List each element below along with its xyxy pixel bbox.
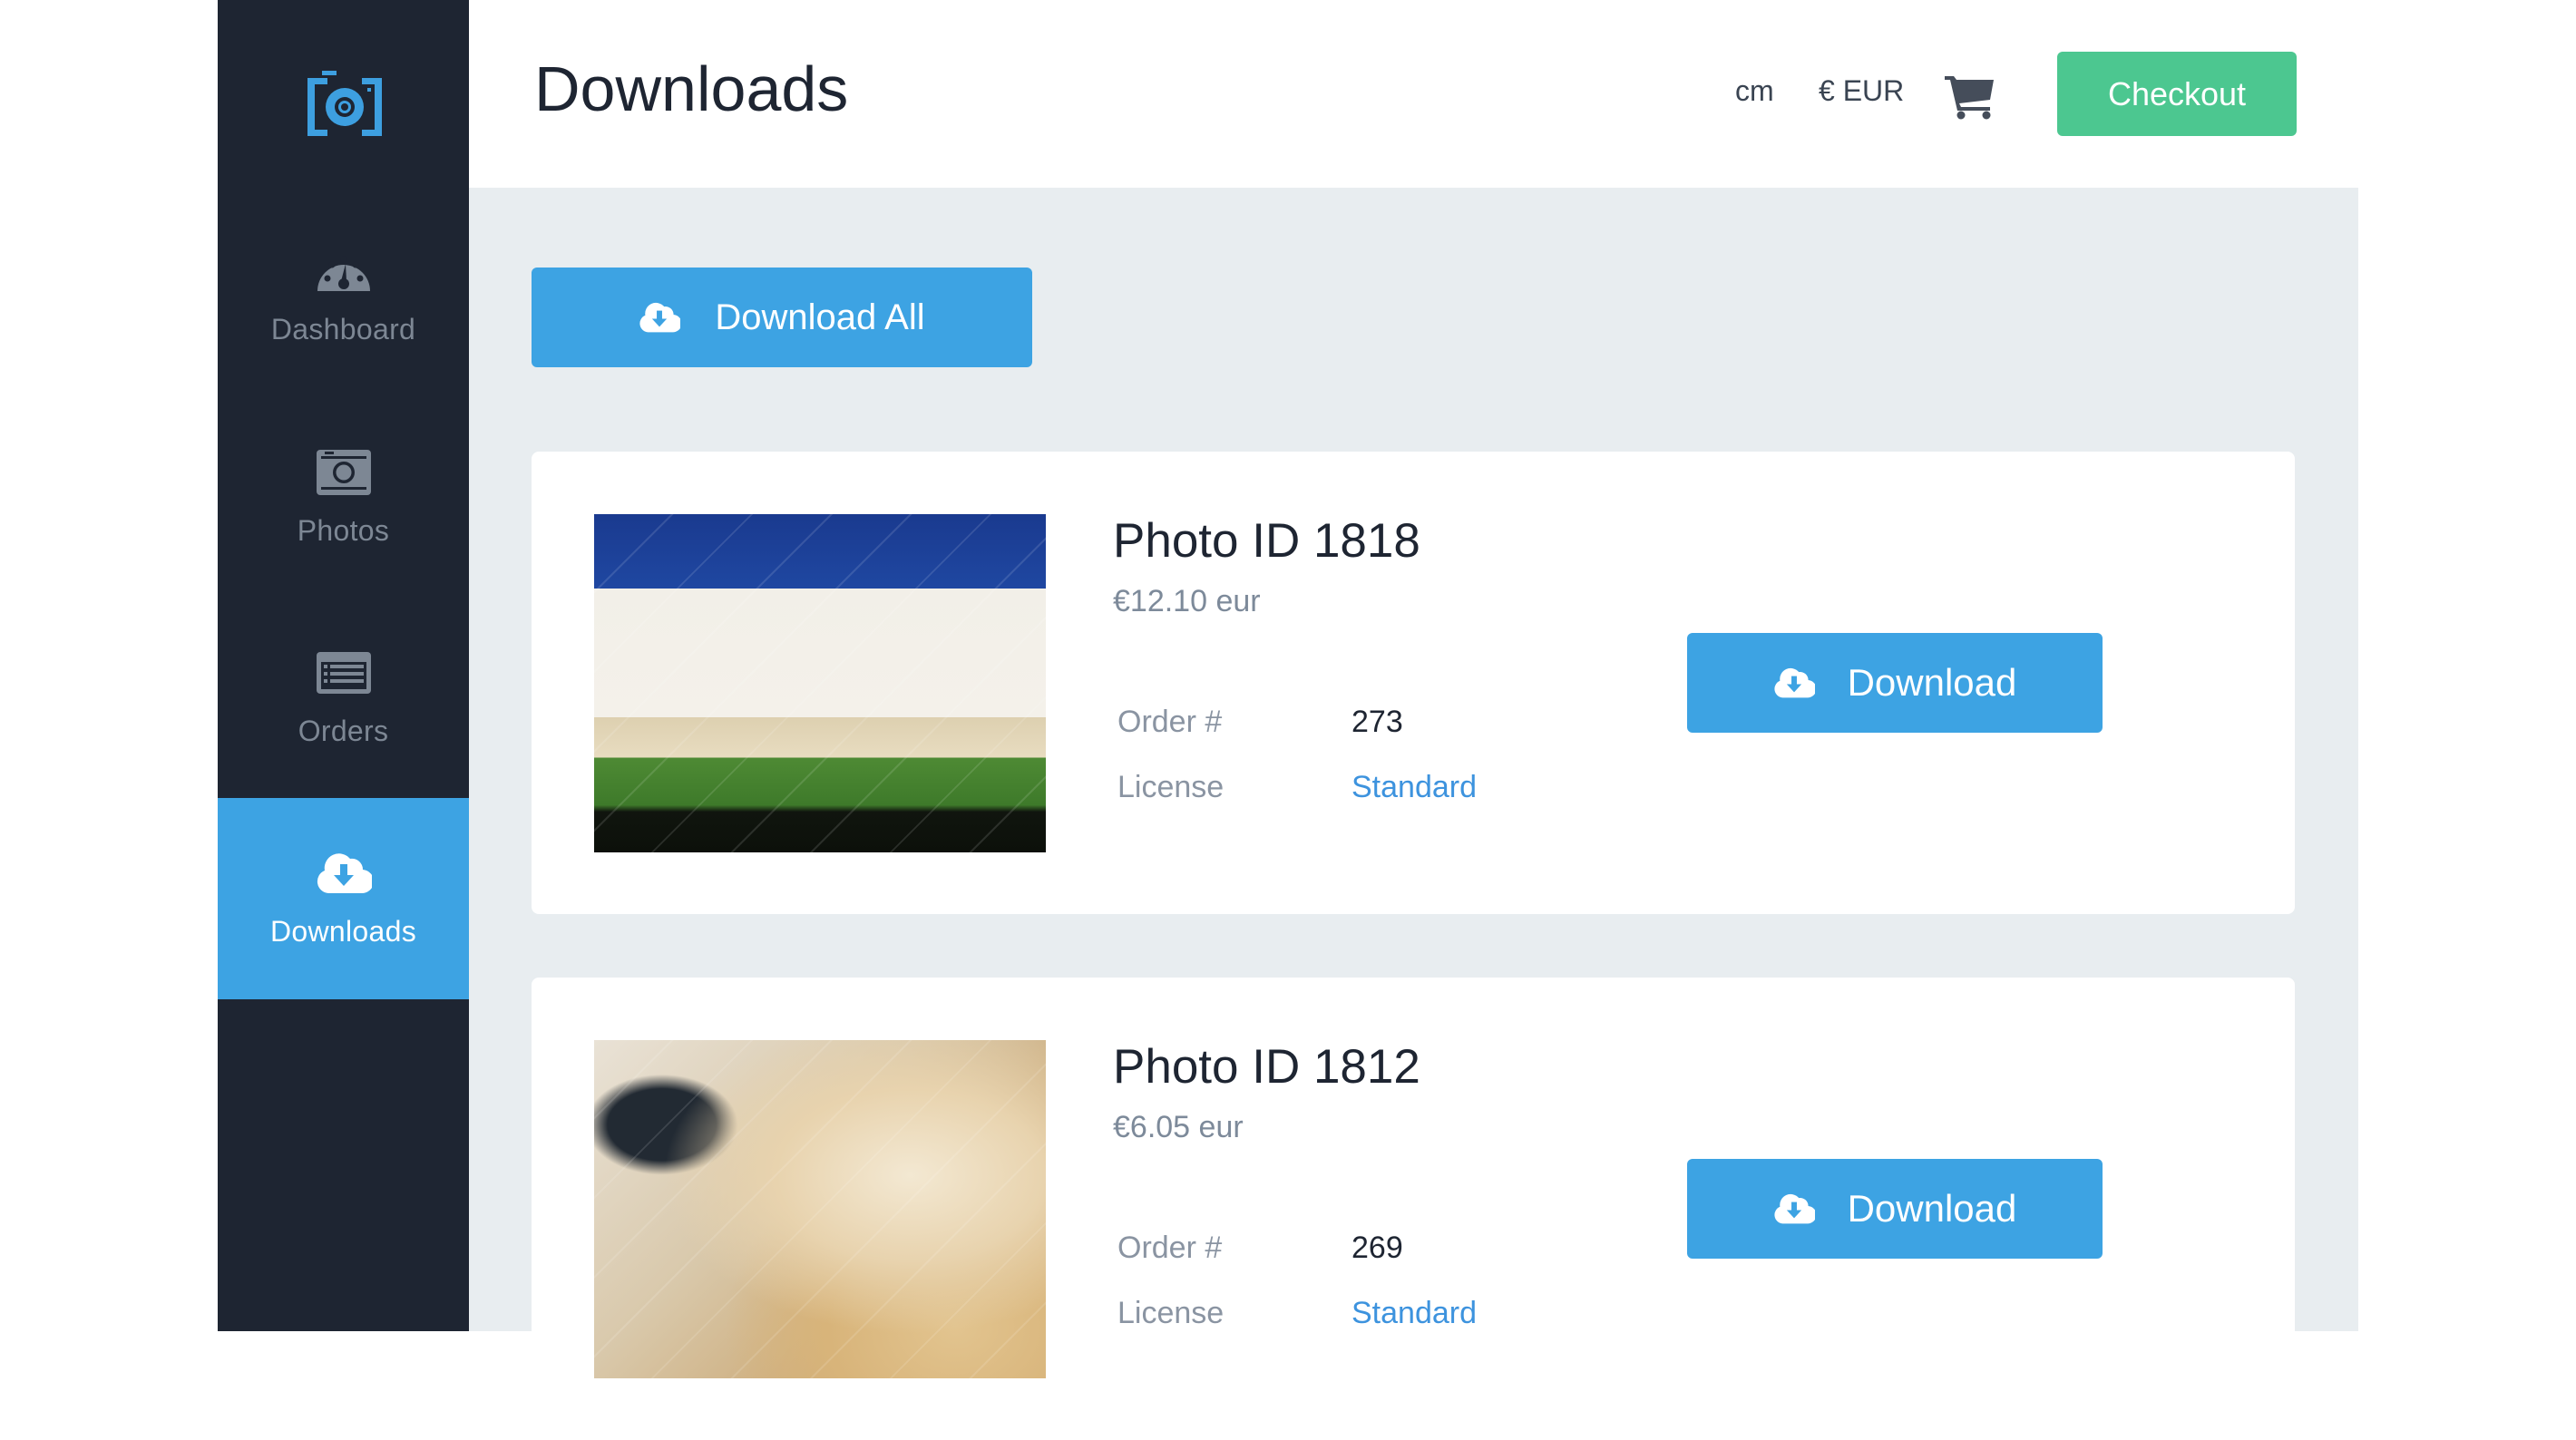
order-number: 269 [1351,1230,1403,1265]
sidebar: Dashboard Photos Orders Downloads [218,0,469,1331]
photo-thumbnail[interactable] [594,514,1046,852]
order-label: Order # [1117,1230,1223,1265]
shopping-cart-icon[interactable] [1945,74,1995,120]
sidebar-item-label: Photos [297,513,390,547]
license-row: License Standard [1117,754,1477,820]
photo-price: €6.05 eur [1113,1110,1244,1144]
dashboard-gauge-icon [317,256,370,291]
download-label: Download [1847,661,2017,704]
sidebar-item-label: Dashboard [270,312,416,345]
order-label: Order # [1117,704,1223,739]
photo-title: Photo ID 1812 [1113,1040,1420,1094]
watermark-overlay [594,514,1046,852]
list-icon [316,651,371,694]
page-title: Downloads [534,54,849,124]
top-header: Downloads cm € EUR Checkout [469,0,2358,188]
order-row: Order # 273 [1117,689,1477,754]
downloads-content: Download All Photo ID 1818 €12.10 eur Or… [469,188,2358,1440]
sidebar-item-label: Downloads [269,914,416,948]
license-link[interactable]: Standard [1351,1296,1477,1331]
download-card: Photo ID 1812 €6.05 eur Order # 269 Lice… [532,978,2295,1440]
order-details: Order # 273 License Standard [1117,689,1477,820]
camera-logo-icon[interactable] [304,71,385,143]
license-label: License [1117,769,1225,804]
cloud-download-icon [1774,667,1815,698]
cloud-download-icon [1774,1193,1815,1224]
download-all-label: Download All [715,297,925,337]
cloud-download-icon [639,302,681,333]
license-label: License [1117,1295,1225,1330]
units-selector[interactable]: cm [1735,74,1774,108]
sidebar-item-downloads[interactable]: Downloads [218,798,469,999]
sidebar-item-photos[interactable]: Photos [218,397,469,598]
camera-icon [316,449,371,495]
sidebar-item-orders[interactable]: Orders [218,598,469,799]
photo-title: Photo ID 1818 [1113,514,1420,568]
watermark-overlay [594,1040,1046,1378]
currency-selector[interactable]: € EUR [1819,74,1904,108]
order-row: Order # 269 [1117,1215,1477,1280]
photo-price: €12.10 eur [1113,584,1261,618]
license-row: License Standard [1117,1280,1477,1346]
download-label: Download [1847,1187,2017,1230]
cloud-download-icon [317,852,372,893]
checkout-button[interactable]: Checkout [2057,52,2297,136]
sidebar-item-dashboard[interactable]: Dashboard [218,196,469,397]
download-all-button[interactable]: Download All [532,268,1032,367]
order-number: 273 [1351,704,1403,739]
order-details: Order # 269 License Standard [1117,1215,1477,1346]
download-button[interactable]: Download [1687,1159,2103,1259]
license-link[interactable]: Standard [1351,770,1477,805]
sidebar-item-label: Orders [298,714,389,747]
photo-thumbnail[interactable] [594,1040,1046,1378]
download-card: Photo ID 1818 €12.10 eur Order # 273 Lic… [532,452,2295,914]
download-button[interactable]: Download [1687,633,2103,733]
